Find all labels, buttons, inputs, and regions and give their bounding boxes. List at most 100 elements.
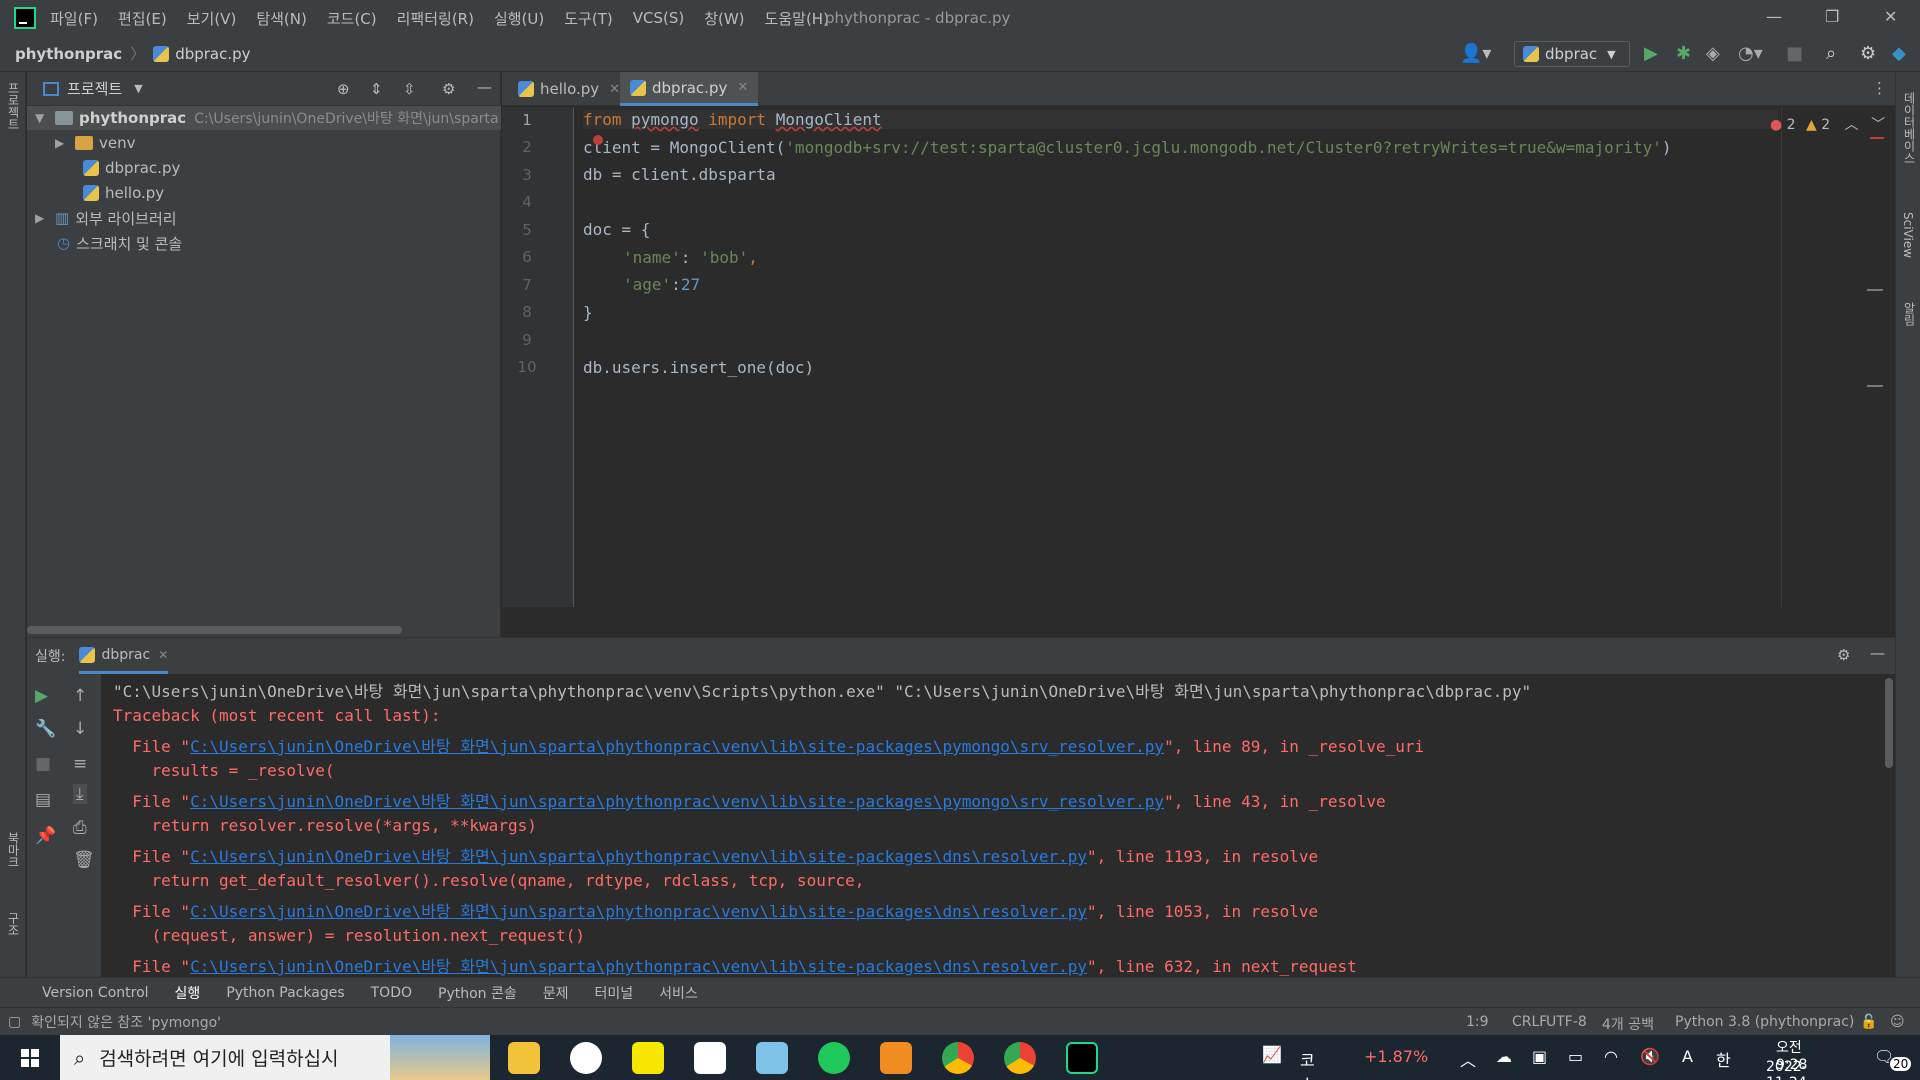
menu-view[interactable]: 보기(V) [187,8,237,29]
console-file-link[interactable]: C:\Users\junin\OneDrive\바탕 화면\jun\sparta… [190,847,1087,866]
clear-all-icon[interactable]: 🗑 [73,850,95,870]
chrome-icon[interactable] [942,1042,974,1074]
locate-file-icon[interactable]: ⊕ [337,80,350,98]
minimize-icon[interactable]: — [1766,7,1782,26]
tree-item-scratches[interactable]: ◷ 스크래치 및 콘솔 [57,231,182,255]
run-icon[interactable]: ▶ [1644,43,1658,64]
slack-icon[interactable] [570,1042,602,1074]
device-icon[interactable]: ▣ [1532,1047,1547,1066]
tab-python-console[interactable]: Python 콘솔 [438,983,517,1003]
stock-change[interactable]: +1.87% [1364,1047,1428,1066]
console-file-link[interactable]: C:\Users\junin\OneDrive\바탕 화면\jun\sparta… [190,902,1087,921]
chevron-down-icon[interactable]: ▼ [134,82,142,95]
chrome-profile-icon[interactable] [1004,1042,1036,1074]
python-interpreter[interactable]: Python 3.8 (phythonprac) [1675,1014,1854,1030]
debug-icon[interactable]: ✱ [1676,43,1691,64]
run-settings-gear-icon[interactable]: ⚙ [1837,646,1850,664]
taskbar-search[interactable]: ⌕ 검색하려면 여기에 입력하십시 [60,1035,490,1080]
start-button[interactable] [0,1035,60,1080]
bookmarks-tool-button[interactable]: 북마크 [5,832,22,868]
soft-wrap-icon[interactable]: ≡ [73,754,87,774]
onedrive-icon[interactable]: ☁ [1496,1047,1512,1066]
collapsed-arrow-icon[interactable]: ▶ [55,136,75,150]
stock-name[interactable]: 코스닥 [1300,1047,1315,1080]
menu-refactor[interactable]: 리팩터링(R) [397,8,474,29]
console-file-link[interactable]: C:\Users\junin\OneDrive\바탕 화면\jun\sparta… [190,792,1164,811]
tree-item-external-libraries[interactable]: ▶ ▥ 외부 라이브러리 [35,206,177,230]
ime-mode-han[interactable]: 한 [1716,1047,1731,1071]
tab-problems[interactable]: 문제 [543,983,569,1003]
run-configuration-select[interactable]: dbprac ▼ [1514,41,1630,67]
project-panel-title[interactable]: 프로젝트 [67,78,122,99]
menu-run[interactable]: 실행(U) [494,8,544,29]
error-stripe-mark[interactable] [1870,137,1884,139]
panel-settings-icon[interactable]: ⚙ [442,80,455,98]
messenger-app-icon[interactable] [880,1042,912,1074]
file-explorer-icon[interactable] [508,1042,540,1074]
console-file-link[interactable]: C:\Users\junin\OneDrive\바탕 화면\jun\sparta… [190,737,1164,756]
menu-window[interactable]: 창(W) [704,8,744,29]
notes-app-icon[interactable] [756,1042,788,1074]
close-tab-icon[interactable]: ✕ [737,80,748,95]
tab-terminal[interactable]: 터미널 [595,983,634,1003]
close-tab-icon[interactable]: ✕ [609,82,620,97]
error-stripe-mark[interactable] [1867,289,1883,291]
wifi-icon[interactable]: ◠ [1604,1047,1618,1066]
more-tabs-icon[interactable]: ⋮ [1872,79,1887,97]
collapse-all-icon[interactable]: ⇳ [403,80,416,98]
collapsed-arrow-icon[interactable]: ▶ [35,211,55,225]
tree-item-dbprac[interactable]: dbprac.py [83,156,180,180]
menu-help[interactable]: 도움말(H) [765,8,829,29]
menu-file[interactable]: 파일(F) [50,8,98,29]
run-tab-dbprac[interactable]: dbprac ✕ [79,638,169,674]
tab-todo[interactable]: TODO [371,985,412,1001]
tab-services[interactable]: 서비스 [659,983,698,1003]
close-window-icon[interactable]: ✕ [1884,7,1897,26]
rerun-icon[interactable]: ▶ [35,686,48,706]
notifications-tool-button[interactable]: 알림 [1901,302,1918,326]
next-highlight-icon[interactable]: ﹀ [1871,117,1885,133]
sciview-tool-button[interactable]: SciView [1901,212,1915,258]
structure-tool-button[interactable]: 구조 [5,912,22,936]
search-icon[interactable]: ⌕ [1826,43,1836,64]
breadcrumb-project[interactable]: phythonprac [15,45,122,63]
menu-code[interactable]: 코드(C) [327,8,377,29]
modify-config-icon[interactable]: 🔧 [35,719,56,739]
jetbrains-toolbox-icon[interactable]: ◆ [1892,43,1906,64]
indent-setting[interactable]: 4개 공백 [1602,1014,1654,1034]
tree-item-root[interactable]: ▼ phythonprac C:\Users\junin\OneDrive\바탕… [27,106,501,130]
ime-mode-a[interactable]: A [1682,1047,1693,1066]
settings-gear-icon[interactable]: ⚙ [1860,43,1876,64]
hide-panel-icon[interactable]: — [477,78,492,96]
clock-date[interactable]: 2022-11-24 [1766,1059,1807,1080]
project-tool-button[interactable]: 프로젝트 [5,82,22,130]
expanded-arrow-icon[interactable]: ▼ [35,111,55,125]
tree-item-venv[interactable]: ▶ venv [55,131,136,155]
error-marker-icon[interactable] [593,135,603,145]
menu-tools[interactable]: 도구(T) [564,8,612,29]
lock-icon[interactable]: 🔓 [1860,1014,1877,1030]
previous-highlight-icon[interactable]: ︿ [1845,117,1859,133]
tab-dbprac-py[interactable]: dbprac.py ✕ [620,72,759,106]
console-output[interactable]: "C:\Users\junin\OneDrive\바탕 화면\jun\spart… [101,674,1895,978]
print-icon[interactable]: ⎙ [73,818,87,838]
show-hidden-icons-icon[interactable]: ︿ [1460,1047,1476,1071]
editor-scroll-gutter[interactable] [1781,107,1895,607]
pycharm-taskbar-icon[interactable] [1066,1042,1098,1074]
hide-panel-icon[interactable]: — [1870,644,1885,662]
close-tab-icon[interactable]: ✕ [158,648,168,662]
stop-icon[interactable]: ■ [35,754,51,774]
scroll-up-icon[interactable]: ↑ [73,686,87,706]
inspection-profile-icon[interactable]: ☺ [1890,1014,1905,1030]
error-stripe-mark[interactable] [1867,385,1883,387]
restore-icon[interactable]: ❐ [1825,7,1839,26]
menu-navigate[interactable]: 탐색(N) [256,8,307,29]
layout-icon[interactable]: ▤ [35,790,51,810]
scroll-down-icon[interactable]: ↓ [73,719,87,739]
file-encoding[interactable]: UTF-8 [1546,1014,1587,1030]
tree-item-hello[interactable]: hello.py [83,181,164,205]
tab-run[interactable]: 실행 [175,983,201,1003]
code-editor[interactable]: from pymongo import MongoClient client =… [575,107,1780,607]
user-account-icon[interactable]: 👤▾ [1460,43,1491,64]
notion-icon[interactable] [694,1042,726,1074]
